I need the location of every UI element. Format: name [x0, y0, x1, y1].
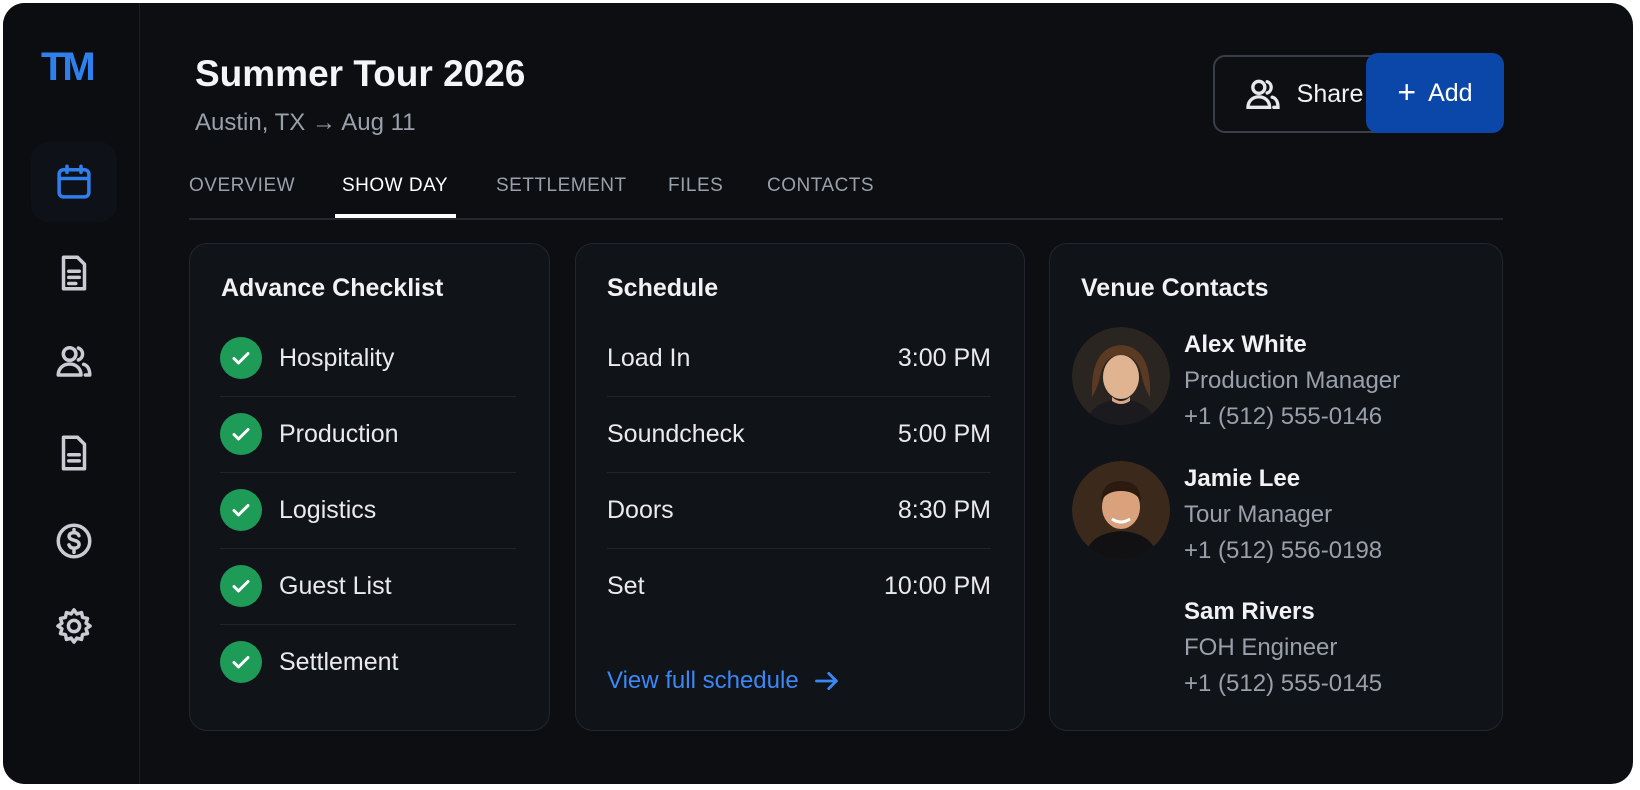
avatar[interactable]: [1072, 461, 1170, 559]
view-full-schedule-link[interactable]: View full schedule: [607, 667, 841, 695]
schedule-row: Doors 8:30 PM: [607, 472, 991, 549]
checklist-item-label: Production: [279, 419, 399, 448]
plus-icon: +: [1397, 73, 1417, 110]
schedule-item-time: 8:30 PM: [897, 495, 991, 524]
check-icon: [220, 337, 262, 379]
arrow-right-icon: [814, 672, 838, 690]
schedule-item-label: Load In: [607, 343, 691, 372]
nav-people[interactable]: [31, 321, 117, 401]
contacts-title: Venue Contacts: [1081, 274, 1269, 302]
schedule-item-time: 10:00 PM: [883, 571, 991, 600]
contact-phone[interactable]: +1 (512) 555-0146: [1184, 403, 1382, 431]
schedule-item-label: Set: [607, 571, 645, 600]
tab-settlement[interactable]: SETTLEMENT: [496, 175, 627, 197]
tab-files[interactable]: FILES: [668, 175, 723, 197]
checklist-title: Advance Checklist: [221, 274, 444, 302]
contact-name: Jamie Lee: [1184, 465, 1301, 492]
check-icon: [220, 565, 262, 607]
schedule-item-label: Doors: [607, 495, 674, 524]
check-icon: [220, 641, 262, 683]
share-label: Share: [1296, 79, 1364, 108]
schedule-item-time: 3:00 PM: [897, 343, 991, 372]
checklist-item-label: Settlement: [279, 647, 399, 676]
dollar-icon: [56, 523, 92, 559]
app-window: TM Summer Tour 2026 Austin, TX → Aug 11 …: [3, 3, 1633, 784]
contact-role: Tour Manager: [1184, 501, 1333, 528]
checklist-item[interactable]: Production: [220, 396, 516, 473]
active-tab-indicator: [335, 214, 456, 218]
tab-contacts[interactable]: CONTACTS: [767, 175, 874, 197]
users-icon: [1245, 79, 1280, 110]
nav-finance[interactable]: [31, 501, 117, 581]
schedule-item-time: 5:00 PM: [897, 419, 991, 448]
nav-calendar[interactable]: [31, 142, 117, 222]
schedule-card: Schedule Load In 3:00 PM Soundcheck 5:00…: [575, 243, 1025, 731]
contact-phone[interactable]: +1 (512) 555-0145: [1184, 670, 1382, 698]
nav-documents[interactable]: [31, 233, 117, 313]
page-subtitle: Austin, TX → Aug 11: [195, 109, 416, 136]
sidebar: TM: [3, 3, 140, 784]
avatar[interactable]: [1072, 327, 1170, 425]
calendar-icon: [57, 164, 91, 199]
checklist-item[interactable]: Hospitality: [220, 320, 516, 397]
tab-show-day[interactable]: SHOW DAY: [342, 175, 448, 197]
view-full-schedule-label: View full schedule: [607, 667, 799, 694]
contact-phone[interactable]: +1 (512) 556-0198: [1184, 537, 1382, 565]
nav-settings[interactable]: [31, 586, 117, 666]
add-label: Add: [1428, 78, 1473, 107]
checklist-item-label: Hospitality: [279, 343, 395, 372]
checklist-card: Advance Checklist Hospitality Production…: [189, 243, 550, 731]
contact-role: FOH Engineer: [1184, 634, 1338, 661]
document-icon: [61, 255, 87, 291]
schedule-item-label: Soundcheck: [607, 419, 745, 448]
check-icon: [220, 413, 262, 455]
schedule-title: Schedule: [607, 274, 719, 302]
tab-bar: OVERVIEW SHOW DAY SETTLEMENT FILES CONTA…: [189, 163, 1503, 220]
checklist-item[interactable]: Guest List: [220, 548, 516, 625]
checklist-item[interactable]: Settlement: [220, 624, 516, 700]
file-icon: [61, 435, 87, 471]
schedule-row: Load In 3:00 PM: [607, 320, 991, 397]
add-button[interactable]: + Add: [1366, 53, 1504, 133]
app-logo[interactable]: TM: [41, 47, 96, 87]
contact-name: Sam Rivers: [1184, 598, 1315, 625]
tab-overview[interactable]: OVERVIEW: [189, 175, 295, 197]
users-icon: [56, 345, 92, 377]
schedule-row: Soundcheck 5:00 PM: [607, 396, 991, 473]
main-content: Summer Tour 2026 Austin, TX → Aug 11 Sha…: [139, 3, 1633, 784]
checklist-item-label: Guest List: [279, 571, 392, 600]
check-icon: [220, 489, 262, 531]
schedule-row: Set 10:00 PM: [607, 548, 991, 624]
nav-files[interactable]: [31, 413, 117, 493]
checklist-item[interactable]: Logistics: [220, 472, 516, 549]
contact-name: Alex White: [1184, 331, 1307, 358]
gear-icon: [56, 608, 92, 644]
contact-role: Production Manager: [1184, 367, 1401, 394]
checklist-item-label: Logistics: [279, 495, 377, 524]
page-title: Summer Tour 2026: [195, 53, 526, 94]
contacts-card: Venue Contacts Alex White Production Man…: [1049, 243, 1503, 731]
